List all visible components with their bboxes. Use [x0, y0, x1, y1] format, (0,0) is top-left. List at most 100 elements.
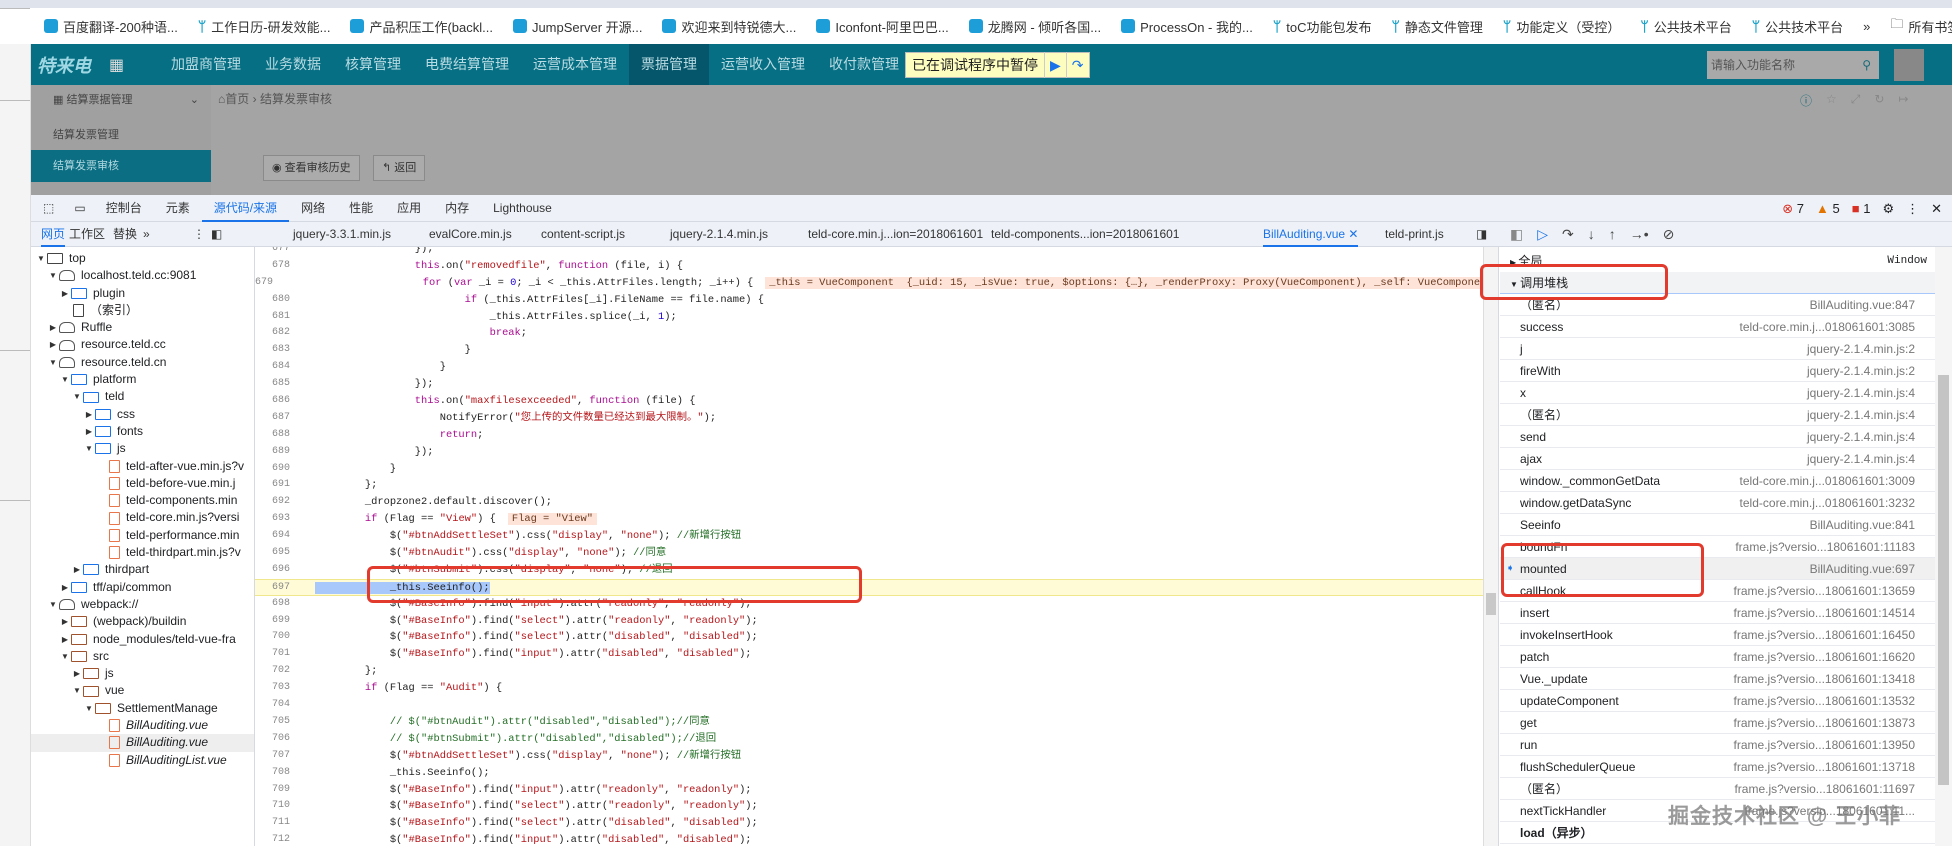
- tree-item[interactable]: ▶ css: [31, 406, 254, 423]
- navigator-tab[interactable]: »: [143, 222, 150, 247]
- bookmark-item[interactable]: ProcessOn - 我的...: [1121, 17, 1253, 36]
- chevron-right-icon[interactable]: ▶: [59, 613, 71, 630]
- line-number[interactable]: 687: [255, 410, 300, 427]
- line-number[interactable]: 710: [255, 798, 300, 815]
- code-scrollbar-thumb[interactable]: [1486, 593, 1496, 615]
- callstack-frame[interactable]: window.getDataSync teld-core.min.j...0180…: [1500, 492, 1935, 514]
- line-number[interactable]: 695: [255, 545, 300, 562]
- devtools-tab[interactable]: Lighthouse: [481, 195, 564, 222]
- callstack-frame[interactable]: window._commonGetData teld-core.min.j...0…: [1500, 470, 1935, 492]
- callstack-frame[interactable]: x jquery-2.1.4.min.js:4: [1500, 382, 1935, 404]
- close-icon[interactable]: ✕: [1345, 227, 1358, 241]
- bookmark-item[interactable]: JumpServer 开源...: [512, 17, 642, 36]
- frame-location[interactable]: frame.js?versio...18061601:13532: [1734, 690, 1915, 712]
- file-tab[interactable]: teld-print.js: [1385, 222, 1444, 247]
- line-number[interactable]: 697: [255, 580, 300, 595]
- tree-item[interactable]: ▼ SettlementManage: [31, 700, 254, 717]
- step-icon[interactable]: →•: [1630, 226, 1649, 242]
- devtools-tab[interactable]: 控制台: [94, 195, 154, 222]
- tree-item[interactable]: ▶ resource.teld.cc: [31, 336, 254, 353]
- line-number[interactable]: 696: [255, 562, 300, 579]
- line-number[interactable]: 686: [255, 393, 300, 410]
- line-number[interactable]: 690: [255, 461, 300, 478]
- bookmark-item[interactable]: Iconfont-阿里巴巴...: [816, 17, 949, 36]
- tree-item[interactable]: ▼ teld: [31, 388, 254, 405]
- chevron-down-icon[interactable]: ▼: [83, 700, 95, 717]
- frame-location[interactable]: frame.js?versio...18061601:14514: [1734, 602, 1915, 624]
- frame-location[interactable]: frame.js?versio...18061601:11183: [1735, 536, 1915, 558]
- line-number[interactable]: 679: [255, 275, 283, 292]
- fullscreen-icon[interactable]: ⤢: [1851, 92, 1861, 109]
- star-icon[interactable]: ☆: [1826, 92, 1837, 109]
- tree-item[interactable]: ▼ resource.teld.cn: [31, 354, 254, 371]
- chevron-right-icon[interactable]: ▶: [83, 423, 95, 440]
- bookmark-item[interactable]: 产品积压工作(backl...: [350, 17, 493, 36]
- tree-item[interactable]: ▶ Ruffle: [31, 319, 254, 336]
- device-toggle-icon[interactable]: ▭: [66, 195, 93, 222]
- callstack-frame[interactable]: updateComponent frame.js?versio...1806160…: [1500, 690, 1935, 712]
- help-icon[interactable]: ⓘ: [1800, 92, 1812, 109]
- line-number[interactable]: 699: [255, 613, 300, 630]
- bookmark-item[interactable]: 百度翻译-200种语...: [44, 17, 178, 36]
- bookmarks-more-button[interactable]: »: [1863, 19, 1870, 34]
- chevron-down-icon[interactable]: ▼: [71, 388, 83, 405]
- tree-item[interactable]: teld-after-vue.min.js?v: [31, 458, 254, 475]
- line-number[interactable]: 700: [255, 629, 300, 646]
- callstack-frame[interactable]: Vue._update frame.js?versio...18061601:13…: [1500, 668, 1935, 690]
- line-number[interactable]: 683: [255, 342, 300, 359]
- issue-count[interactable]: ■ 1: [1852, 201, 1871, 216]
- code-scrollbar[interactable]: [1483, 247, 1498, 846]
- frame-location[interactable]: frame.js?versio...18061601:13873: [1734, 712, 1915, 734]
- chevron-right-icon[interactable]: ▶: [83, 406, 95, 423]
- warning-count[interactable]: ▲ 5: [1816, 201, 1840, 216]
- file-tab[interactable]: evalCore.min.js: [429, 222, 512, 247]
- tree-item[interactable]: ▼ src: [31, 648, 254, 665]
- chevron-down-icon[interactable]: ▼: [71, 682, 83, 699]
- tree-item[interactable]: （索引）: [31, 302, 254, 319]
- navigator-tab[interactable]: 工作区: [69, 222, 105, 247]
- frame-location[interactable]: jquery-2.1.4.min.js:4: [1807, 426, 1915, 448]
- chevron-down-icon[interactable]: ▼: [59, 371, 71, 388]
- line-number[interactable]: 705: [255, 714, 300, 731]
- tree-item[interactable]: teld-components.min: [31, 492, 254, 509]
- chevron-down-icon[interactable]: ▼: [47, 354, 59, 371]
- line-number[interactable]: 691: [255, 477, 300, 494]
- frame-location[interactable]: frame.js?versio...18061601:16620: [1734, 646, 1915, 668]
- chevron-down-icon[interactable]: ▼: [59, 648, 71, 665]
- tree-item[interactable]: ▶ js: [31, 665, 254, 682]
- tree-item[interactable]: ▼ platform: [31, 371, 254, 388]
- step-out-icon[interactable]: ↑: [1609, 226, 1616, 242]
- frame-location[interactable]: BillAuditing.vue:847: [1810, 294, 1915, 316]
- tree-item[interactable]: teld-core.min.js?versi: [31, 509, 254, 526]
- callstack-frame[interactable]: （匿名） jquery-2.1.4.min.js:4: [1500, 404, 1935, 426]
- callstack-frame[interactable]: （匿名） frame.js?versio...18061601:11697: [1500, 778, 1935, 800]
- nav-item[interactable]: 收付款管理: [817, 44, 911, 85]
- line-number[interactable]: 711: [255, 815, 300, 832]
- line-number[interactable]: 682: [255, 325, 300, 342]
- bookmark-item[interactable]: ᛘ 静态文件管理: [1391, 17, 1482, 36]
- chevron-right-icon[interactable]: ▶: [47, 319, 59, 336]
- file-tab[interactable]: teld-core.min.j...ion=2018061601: [808, 222, 983, 247]
- line-number[interactable]: 677: [255, 247, 300, 258]
- tree-item[interactable]: ▶ fonts: [31, 423, 254, 440]
- avatar[interactable]: [1894, 49, 1924, 81]
- toggle-navigator-icon[interactable]: ◧: [211, 222, 222, 247]
- frame-location[interactable]: frame.js?versio...18061601:16450: [1734, 624, 1915, 646]
- line-number[interactable]: 684: [255, 359, 300, 376]
- chevron-right-icon[interactable]: ▶: [59, 579, 71, 596]
- line-number[interactable]: 712: [255, 832, 300, 846]
- chevron-right-icon[interactable]: ▶: [59, 285, 71, 302]
- line-number[interactable]: 681: [255, 309, 300, 326]
- frame-location[interactable]: jquery-2.1.4.min.js:2: [1807, 360, 1915, 382]
- line-number[interactable]: 709: [255, 782, 300, 799]
- frame-location[interactable]: teld-core.min.j...018061601:3085: [1740, 316, 1915, 338]
- sidebar-item-invoice-manage[interactable]: 结算发票管理: [31, 120, 211, 150]
- more-icon[interactable]: ⋮: [193, 222, 205, 247]
- frame-location[interactable]: frame.js?versio...18061601:13950: [1734, 734, 1915, 756]
- tree-item[interactable]: ▶ (webpack)/buildin: [31, 613, 254, 630]
- callstack-frame[interactable]: send jquery-2.1.4.min.js:4: [1500, 426, 1935, 448]
- tree-item[interactable]: ▼ vue: [31, 682, 254, 699]
- frame-location[interactable]: BillAuditing.vue:697: [1810, 558, 1915, 580]
- frame-location[interactable]: frame.js?versio...18061601:11697: [1734, 778, 1915, 800]
- tree-item[interactable]: BillAuditing.vue: [31, 734, 254, 752]
